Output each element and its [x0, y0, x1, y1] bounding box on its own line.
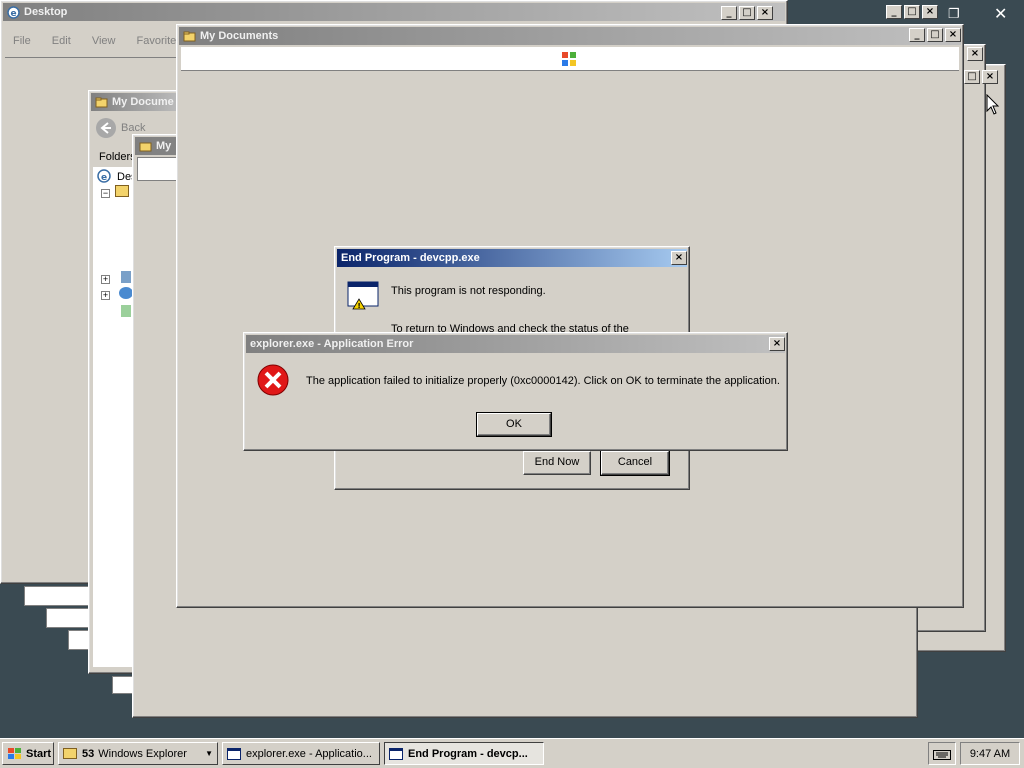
group-label: Windows Explorer: [98, 747, 187, 760]
close-button[interactable]: ×: [982, 70, 998, 84]
mouse-cursor-icon: [986, 93, 1000, 119]
task-label: End Program - devcp...: [408, 747, 528, 760]
svg-text:!: !: [358, 302, 361, 310]
minimize-button[interactable]: _: [721, 6, 737, 20]
svg-text:e: e: [101, 173, 107, 183]
close-button[interactable]: ×: [671, 251, 687, 265]
close-button[interactable]: ×: [769, 337, 785, 351]
start-label: Start: [26, 747, 52, 760]
keyboard-icon: [933, 749, 951, 760]
maximize-button[interactable]: □: [739, 6, 755, 20]
folder-icon: [95, 96, 108, 109]
window-icon: [389, 747, 403, 760]
warning-window-icon: !: [347, 281, 381, 314]
taskbar-group-explorer[interactable]: 53 Windows Explorer ▼: [58, 742, 218, 765]
back-label: Back: [121, 122, 146, 134]
windows-logo-icon: [561, 51, 577, 70]
folder-icon: [139, 140, 152, 153]
menu-bar: File Edit View Favorites: [13, 35, 200, 47]
network-icon: [119, 287, 133, 299]
expand-icon[interactable]: +: [101, 275, 110, 284]
folder-icon: [63, 748, 77, 759]
maximize-button[interactable]: □: [904, 5, 920, 19]
expand-icon[interactable]: +: [101, 291, 110, 300]
title-bar[interactable]: End Program - devcpp.exe: [337, 249, 687, 267]
dialog-message: This program is not responding.: [391, 285, 546, 297]
toolbar-area: [181, 47, 959, 71]
window-title: My: [156, 140, 172, 152]
back-arrow-icon: [96, 118, 116, 138]
maximize-button[interactable]: □: [964, 70, 980, 84]
recycle-bin-icon: [121, 305, 131, 317]
maximize-button[interactable]: □: [927, 28, 943, 42]
expand-icon[interactable]: −: [101, 189, 110, 198]
application-error-dialog: explorer.exe - Application Error × The a…: [243, 332, 788, 451]
svg-text:e: e: [11, 9, 17, 19]
system-tray: 9:47 AM: [960, 742, 1020, 765]
group-count: 53: [82, 747, 95, 760]
close-button[interactable]: ×: [967, 47, 983, 61]
title-bar[interactable]: explorer.exe - Application Error: [246, 335, 785, 353]
minimize-button[interactable]: _: [909, 28, 925, 42]
title-bar[interactable]: e Desktop: [3, 3, 785, 21]
taskbar: Start 53 Windows Explorer ▼ explorer.exe…: [0, 738, 1024, 768]
title-bar[interactable]: My Docume: [91, 93, 185, 111]
menu-edit[interactable]: Edit: [52, 35, 71, 47]
tray-keyboard[interactable]: [928, 742, 956, 765]
menu-file[interactable]: File: [13, 35, 31, 47]
restore-icon[interactable]: ❐: [948, 6, 960, 22]
close-button[interactable]: ×: [922, 5, 938, 19]
minimize-button[interactable]: _: [886, 5, 902, 19]
window-icon: [227, 747, 241, 760]
end-now-button[interactable]: End Now: [523, 451, 591, 475]
ok-button[interactable]: OK: [476, 412, 552, 437]
close-button[interactable]: ×: [945, 28, 961, 42]
task-label: explorer.exe - Applicatio...: [246, 747, 372, 760]
address-area: [137, 157, 181, 181]
folder-icon: [183, 30, 196, 43]
chevron-down-icon: ▼: [205, 749, 213, 758]
ie-icon: e: [97, 169, 111, 186]
close-icon[interactable]: ✕: [994, 4, 1007, 24]
ie-icon: e: [7, 5, 20, 19]
window-title: My Documents: [200, 30, 279, 42]
taskbar-button-end-program[interactable]: End Program - devcp...: [384, 742, 544, 765]
window-title: Desktop: [24, 6, 68, 18]
error-message: The application failed to initialize pro…: [306, 375, 780, 387]
folder-icon: [115, 185, 129, 197]
start-button[interactable]: Start: [2, 742, 54, 765]
dialog-title: End Program - devcpp.exe: [341, 252, 480, 264]
folders-label: Folders: [99, 151, 136, 163]
window-title: My Docume: [112, 96, 174, 108]
cancel-button[interactable]: Cancel: [600, 450, 670, 476]
taskbar-button-explorer-error[interactable]: explorer.exe - Applicatio...: [222, 742, 380, 765]
dialog-title: explorer.exe - Application Error: [250, 338, 414, 350]
clock[interactable]: 9:47 AM: [970, 748, 1010, 760]
error-icon: [256, 363, 290, 400]
menu-view[interactable]: View: [92, 35, 116, 47]
close-button[interactable]: ×: [757, 6, 773, 20]
title-bar[interactable]: My Documents: [179, 27, 961, 45]
windows-logo-icon: [8, 747, 21, 759]
computer-icon: [121, 271, 131, 283]
menu-favorites[interactable]: Favorites: [137, 35, 182, 47]
